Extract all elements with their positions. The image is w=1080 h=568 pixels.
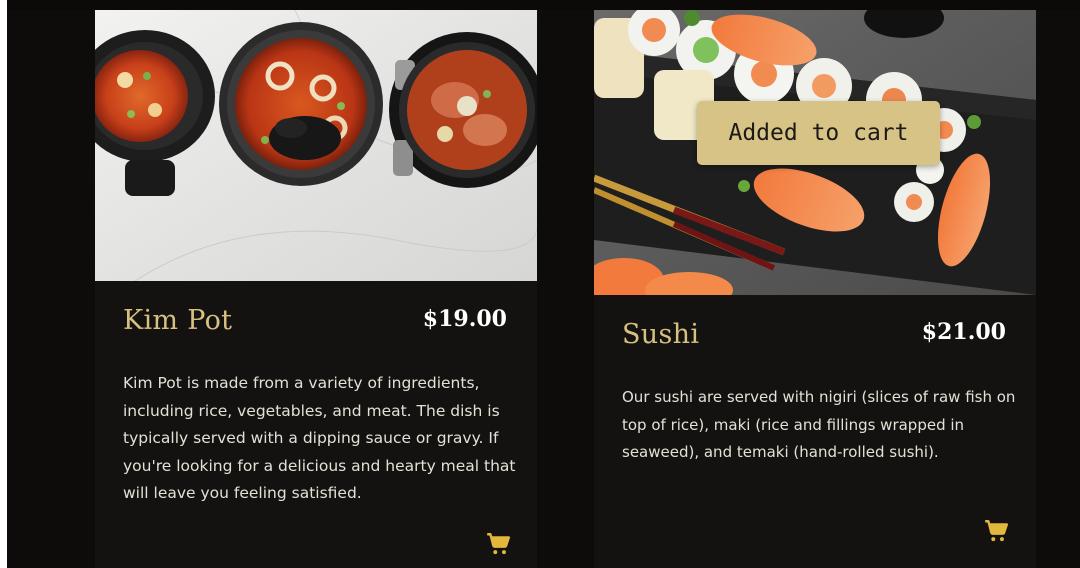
menu-card-kim-pot: Kim Pot $19.00 Kim Pot is made from a va… <box>95 10 537 568</box>
menu-card-sushi: Sushi $21.00 Our sushi are served with n… <box>594 10 1036 568</box>
card-description: Our sushi are served with nigiri (slices… <box>622 388 1016 461</box>
card-price: $21.00 <box>921 319 1006 345</box>
card-title: Kim Pot <box>123 305 233 336</box>
card-title: Sushi <box>622 319 700 350</box>
card-price: $19.00 <box>422 306 507 332</box>
card-description: Kim Pot is made from a variety of ingred… <box>123 374 516 502</box>
added-to-cart-toast: Added to cart <box>697 101 940 165</box>
cart-icon[interactable] <box>485 531 511 557</box>
page-top-edge <box>0 0 1080 10</box>
page-left-edge <box>0 0 7 568</box>
kim-pot-image <box>95 10 537 281</box>
cart-icon[interactable] <box>983 518 1009 544</box>
